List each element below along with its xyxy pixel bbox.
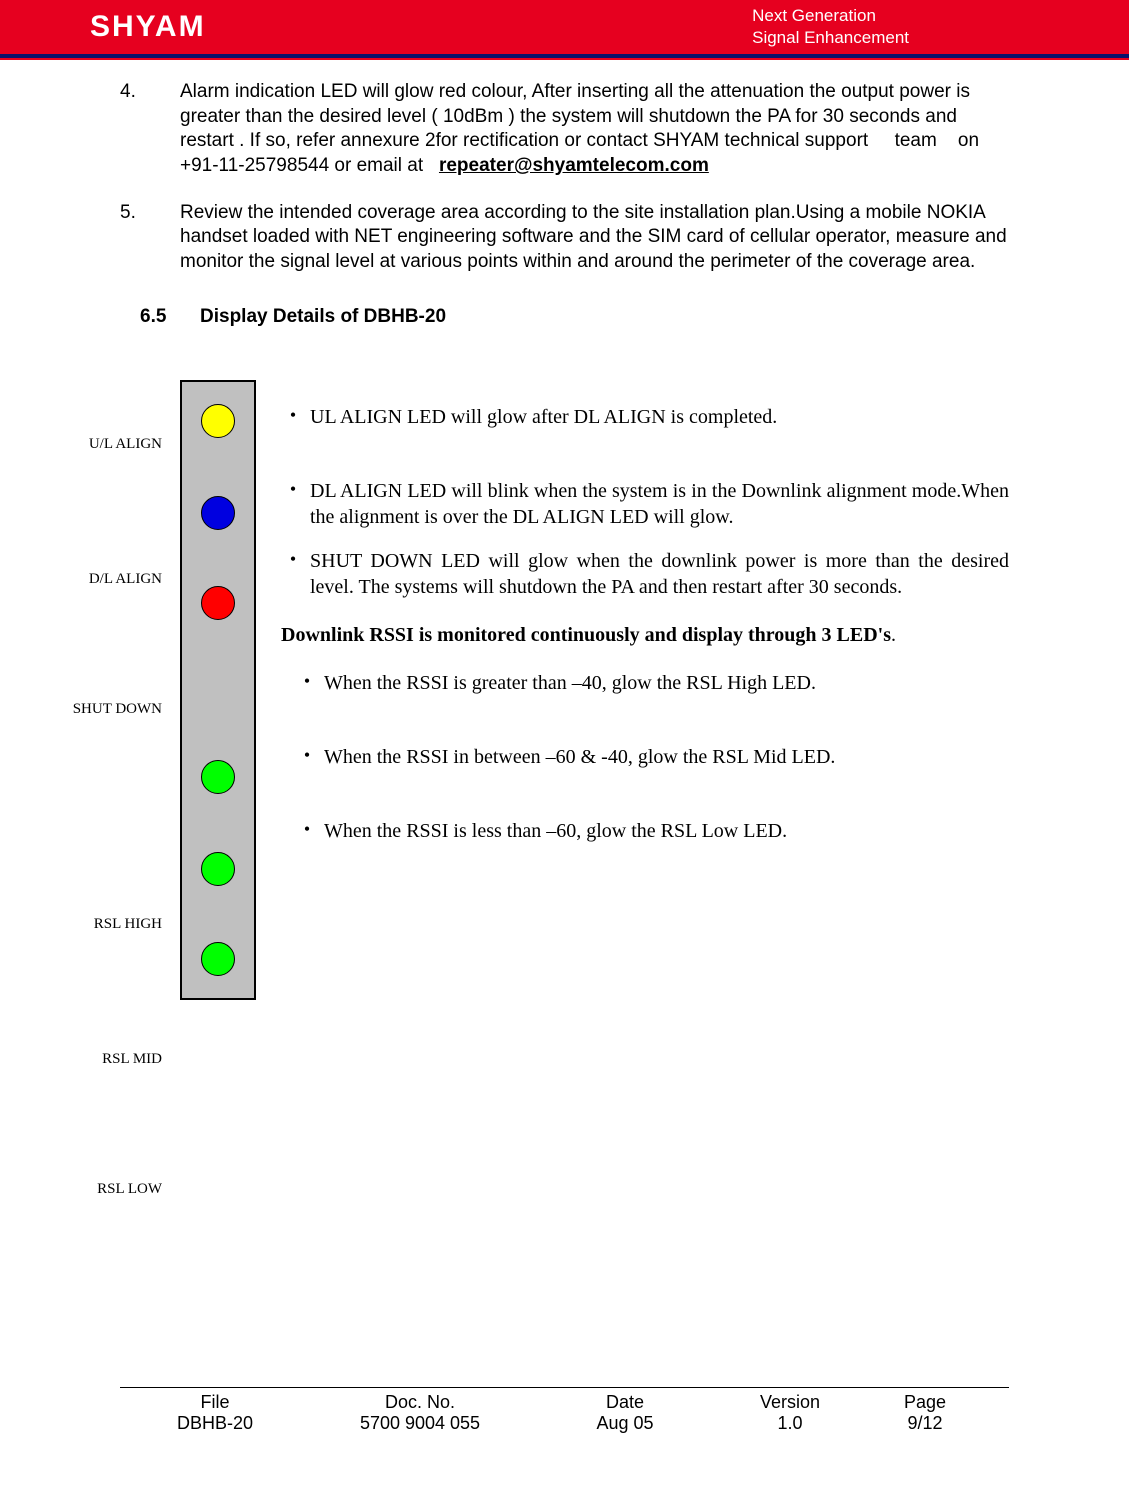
bullet-icon: • <box>290 744 324 767</box>
item-body: Alarm indication LED will glow red colou… <box>180 80 1009 179</box>
footer-divider <box>120 1387 1009 1388</box>
led-label-shut: SHUT DOWN <box>50 670 170 750</box>
content-area: 4. Alarm indication LED will glow red co… <box>0 60 1129 1230</box>
page-footer: File Doc. No. Date Version Page DBHB-20 … <box>120 1387 1009 1434</box>
desc-ul: • UL ALIGN LED will glow after DL ALIGN … <box>276 404 1009 430</box>
list-item-5: 5. Review the intended coverage area acc… <box>120 201 1009 275</box>
footer-head-version: Version <box>720 1392 860 1413</box>
desc-dl: • DL ALIGN LED will blink when the syste… <box>276 478 1009 530</box>
footer-val-page: 9/12 <box>860 1413 980 1434</box>
list-item-4: 4. Alarm indication LED will glow red co… <box>120 80 1009 179</box>
desc-dl-text: DL ALIGN LED will blink when the system … <box>310 478 1009 530</box>
desc-low-text: When the RSSI is less than –60, glow the… <box>324 818 1009 844</box>
rssi-bullets: • When the RSSI is greater than –40, glo… <box>276 670 1009 844</box>
footer-value-row: DBHB-20 5700 9004 055 Aug 05 1.0 9/12 <box>120 1413 1009 1434</box>
led-label-high: RSL HIGH <box>50 885 170 965</box>
led-description-column: • UL ALIGN LED will glow after DL ALIGN … <box>256 380 1009 892</box>
footer-header-row: File Doc. No. Date Version Page <box>120 1392 1009 1413</box>
rssi-heading-bold: Downlink RSSI is monitored continuously … <box>281 624 891 646</box>
led-label-mid: RSL MID <box>50 1020 170 1100</box>
desc-shut-text: SHUT DOWN LED will glow when the downlin… <box>310 548 1009 600</box>
led-label-low: RSL LOW <box>50 1150 170 1230</box>
led-ul-align-icon <box>201 404 235 438</box>
desc-high: • When the RSSI is greater than –40, glo… <box>290 670 1009 696</box>
footer-head-date: Date <box>530 1392 720 1413</box>
desc-ul-text: UL ALIGN LED will glow after DL ALIGN is… <box>310 404 1009 430</box>
footer-val-doc: 5700 9004 055 <box>310 1413 530 1434</box>
desc-mid: • When the RSSI in between –60 & -40, gl… <box>290 744 1009 770</box>
header-band: SHYAM Next Generation Signal Enhancement <box>0 0 1129 54</box>
tagline-line2: Signal Enhancement <box>752 27 909 49</box>
led-diagram-zone: U/L ALIGN D/L ALIGN SHUT DOWN RSL HIGH R… <box>50 380 1009 1230</box>
bullet-icon: • <box>276 478 310 501</box>
bullet-icon: • <box>276 548 310 571</box>
led-label-ul: U/L ALIGN <box>50 405 170 485</box>
tagline: Next Generation Signal Enhancement <box>752 5 1089 49</box>
desc-low: • When the RSSI is less than –60, glow t… <box>290 818 1009 844</box>
led-rsl-high-icon <box>201 760 235 794</box>
item-body: Review the intended coverage area accord… <box>180 201 1009 275</box>
led-rsl-mid-icon <box>201 852 235 886</box>
rssi-heading-dot: . <box>891 624 896 646</box>
section-title: Display Details of DBHB-20 <box>200 305 446 330</box>
rssi-heading: Downlink RSSI is monitored continuously … <box>256 622 1009 648</box>
desc-high-text: When the RSSI is greater than –40, glow … <box>324 670 1009 696</box>
tagline-line1: Next Generation <box>752 5 909 27</box>
led-dl-align-icon <box>201 496 235 530</box>
bullet-icon: • <box>290 670 324 693</box>
led-rsl-low-icon <box>201 942 235 976</box>
footer-val-file: DBHB-20 <box>120 1413 310 1434</box>
section-number: 6.5 <box>140 305 200 330</box>
footer-val-date: Aug 05 <box>530 1413 720 1434</box>
brand-logo: SHYAM <box>90 10 206 44</box>
led-label-dl: D/L ALIGN <box>50 540 170 620</box>
desc-mid-text: When the RSSI in between –60 & -40, glow… <box>324 744 1009 770</box>
section-heading: 6.5 Display Details of DBHB-20 <box>140 305 1009 330</box>
desc-shut: • SHUT DOWN LED will glow when the downl… <box>276 548 1009 600</box>
support-email-link[interactable]: repeater@shyamtelecom.com <box>439 155 709 176</box>
bullet-icon: • <box>290 818 324 841</box>
footer-val-version: 1.0 <box>720 1413 860 1434</box>
footer-head-doc: Doc. No. <box>310 1392 530 1413</box>
bullet-icon: • <box>276 404 310 427</box>
footer-head-file: File <box>120 1392 310 1413</box>
item-number: 4. <box>120 80 180 179</box>
item-number: 5. <box>120 201 180 275</box>
footer-head-page: Page <box>860 1392 980 1413</box>
led-label-column: U/L ALIGN D/L ALIGN SHUT DOWN RSL HIGH R… <box>50 380 170 1230</box>
led-shutdown-icon <box>201 586 235 620</box>
led-panel <box>180 380 256 1000</box>
